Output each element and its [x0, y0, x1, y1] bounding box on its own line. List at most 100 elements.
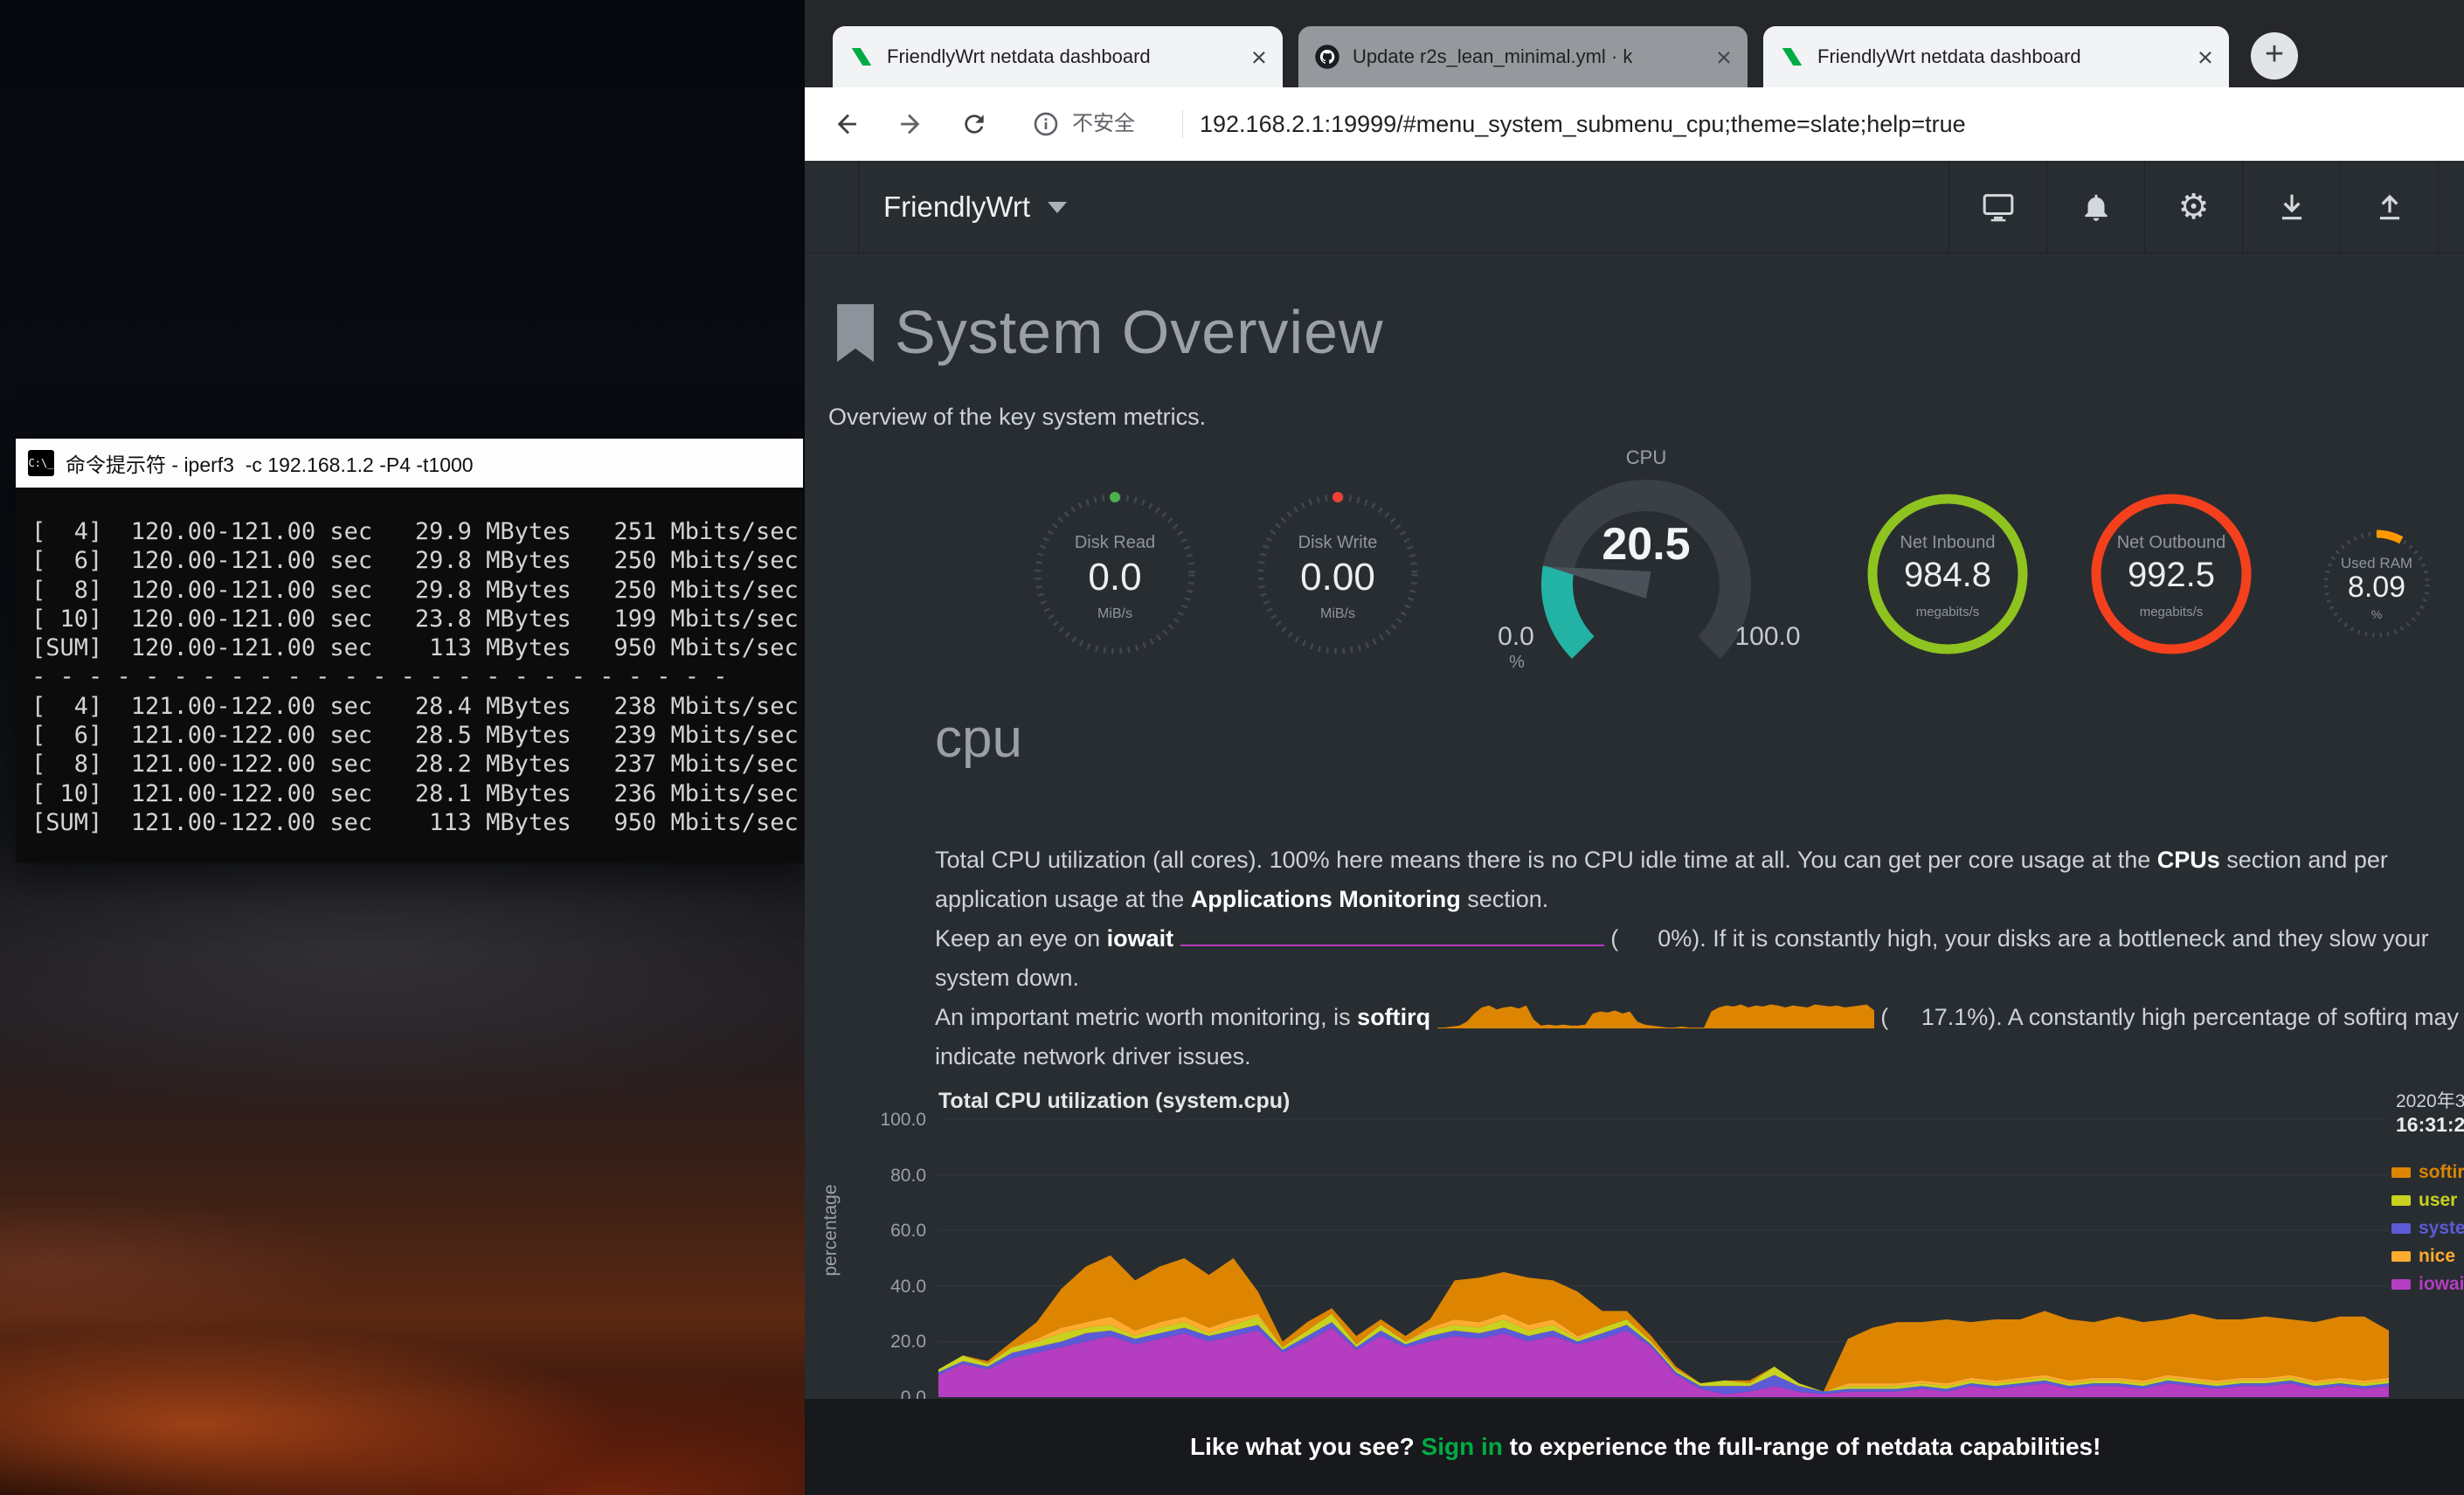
browser-toolbar: 不安全 192.168.2.1:19999/#menu_system_subme… [805, 87, 2464, 161]
legend-label: user [2419, 1190, 2457, 1211]
dashboard-header: FriendlyWrt ⚙ [805, 161, 2464, 253]
gauge-value: 0.00 [1251, 556, 1424, 599]
browser-tab-3[interactable]: FriendlyWrt netdata dashboard × [1763, 26, 2229, 87]
gauge-disk-read[interactable]: Disk Read 0.0 MiB/s [1028, 488, 1201, 661]
legend-item[interactable]: user [2391, 1187, 2464, 1215]
terminal-output: [ 4] 120.00-121.00 sec 29.9 MBytes 251 M… [16, 488, 803, 863]
gauge-net-outbound[interactable]: Net Outbound 992.5 megabits/s [2085, 488, 2258, 661]
gauge-label: Net Outbound [2085, 533, 2258, 553]
gauge-label: Used RAM [2315, 555, 2438, 572]
alarms-button[interactable] [2046, 161, 2144, 253]
gauge-label: Disk Write [1251, 533, 1424, 553]
bookmark-icon [830, 295, 881, 372]
gauge-value: 8.09 [2315, 571, 2438, 605]
back-button[interactable] [827, 103, 869, 145]
gauge-cpu[interactable]: CPU 20.5 0.0 100.0 % [1485, 441, 1807, 677]
ytick-label: 20.0 [890, 1332, 926, 1353]
cmd-icon: C:\_ [28, 450, 54, 476]
url-text[interactable]: 192.168.2.1:19999/#menu_system_submenu_c… [1200, 87, 1966, 161]
gauge-net-inbound[interactable]: Net Inbound 984.8 megabits/s [1861, 488, 2034, 661]
close-icon[interactable]: × [1716, 44, 1732, 71]
signin-bar: Like what you see? Sign in to experience… [805, 1399, 2464, 1495]
legend-label: softirq [2419, 1162, 2464, 1183]
header-edge-cell [2438, 161, 2464, 253]
tab-label: FriendlyWrt netdata dashboard [1817, 45, 2187, 68]
terminal-line: [ 10] 120.00-121.00 sec 23.8 MBytes 199 … [31, 605, 803, 633]
reload-button[interactable] [953, 103, 995, 145]
import-button[interactable] [2242, 161, 2340, 253]
close-icon[interactable]: × [1251, 44, 1267, 71]
page-subtitle: Overview of the key system metrics. [828, 404, 1206, 431]
new-tab-button[interactable]: + [2251, 32, 2298, 80]
gauge-unit: megabits/s [2085, 605, 2258, 619]
legend-swatch [2391, 1279, 2411, 1290]
terminal-line: [ 4] 121.00-122.00 sec 28.4 MBytes 238 M… [31, 692, 803, 721]
text: section and per [2220, 847, 2388, 873]
terminal-titlebar[interactable]: C:\_ 命令提示符 - iperf3 -c 192.168.1.2 -P4 -… [16, 439, 803, 488]
text: to experience the full-range of netdata … [1503, 1433, 2101, 1460]
browser-tab-2[interactable]: Update r2s_lean_minimal.yml · k × [1298, 26, 1748, 87]
chart-legend: softirq user system nice iowait [2391, 1159, 2464, 1298]
text: Keep an eye on [935, 925, 1107, 952]
signin-link[interactable]: Sign in [1422, 1433, 1503, 1460]
browser-window: FriendlyWrt netdata dashboard × Update r… [805, 0, 2464, 1495]
cpu-chart[interactable] [938, 1119, 2389, 1397]
legend-item[interactable]: system [2391, 1215, 2464, 1242]
chart-title: Total CPU utilization (system.cpu) [938, 1089, 1290, 1114]
link-cpus[interactable]: CPUs [2157, 847, 2220, 873]
legend-item[interactable]: nice [2391, 1242, 2464, 1270]
terminal-line: [ 10] 121.00-122.00 sec 28.1 MBytes 236 … [31, 779, 803, 808]
cpu-paragraph-3: Keep an eye on iowait ( 0%). If it is co… [935, 919, 2464, 959]
bell-icon [2080, 190, 2113, 224]
download-icon [2275, 190, 2308, 224]
chart-time: 16:31:2 [2396, 1113, 2464, 1137]
legend-item[interactable]: softirq [2391, 1159, 2464, 1187]
iowait-sparkline[interactable] [1180, 923, 1604, 952]
ytick-label: 80.0 [890, 1166, 926, 1187]
site-info-button[interactable] [1028, 107, 1063, 142]
legend-item[interactable]: iowait [2391, 1270, 2464, 1298]
terminal-line: [ 6] 121.00-122.00 sec 28.5 MBytes 239 M… [31, 721, 803, 750]
gauge-max: 100.0 [1711, 622, 1824, 652]
security-label[interactable]: 不安全 [1072, 87, 1135, 161]
tab-label: Update r2s_lean_minimal.yml · k [1353, 45, 1706, 68]
forward-button[interactable] [889, 103, 931, 145]
text: Total CPU utilization (all cores). 100% … [935, 847, 2157, 873]
chart-ylabel: percentage [820, 1125, 841, 1335]
terminal-line: [SUM] 121.00-122.00 sec 113 MBytes 950 M… [31, 808, 803, 837]
gear-icon: ⚙ [2178, 187, 2210, 227]
export-button[interactable] [2340, 161, 2438, 253]
terminal-line: [SUM] 120.00-121.00 sec 113 MBytes 950 M… [31, 633, 803, 662]
netdata-icon [1779, 44, 1805, 70]
cpu-paragraph-4: system down. [935, 959, 2464, 998]
ytick-label: 100.0 [880, 1110, 926, 1131]
link-applications-monitoring[interactable]: Applications Monitoring [1191, 886, 1461, 912]
gauge-disk-write[interactable]: Disk Write 0.00 MiB/s [1251, 488, 1424, 661]
tab-strip: FriendlyWrt netdata dashboard × Update r… [805, 0, 2464, 87]
print-screen-button[interactable] [1948, 161, 2046, 253]
ytick-label: 60.0 [890, 1221, 926, 1242]
cpu-paragraph-1: Total CPU utilization (all cores). 100% … [935, 841, 2464, 880]
host-selector[interactable]: FriendlyWrt [883, 161, 1067, 253]
legend-label: nice [2419, 1246, 2455, 1267]
softirq-sparkline[interactable] [1437, 1001, 1874, 1031]
gauge-unit: % [2315, 607, 2438, 621]
terminal-line: [ 8] 121.00-122.00 sec 28.2 MBytes 237 M… [31, 750, 803, 779]
text [1173, 925, 1180, 952]
text: An important metric worth monitoring, is [935, 1004, 1357, 1030]
back-icon [833, 109, 862, 139]
close-icon[interactable]: × [2198, 44, 2213, 71]
section-heading-cpu: cpu [935, 708, 1022, 770]
chevron-down-icon [1048, 202, 1067, 213]
text: Like what you see? [1190, 1433, 1422, 1460]
terminal-title: 命令提示符 - iperf3 -c 192.168.1.2 -P4 -t1000 [66, 448, 474, 478]
gauge-used-ram[interactable]: Used RAM 8.09 % [2315, 523, 2438, 646]
gauge-label: Disk Read [1028, 533, 1201, 553]
tab-label: FriendlyWrt netdata dashboard [887, 45, 1241, 68]
settings-button[interactable]: ⚙ [2144, 161, 2242, 253]
gauge-unit: MiB/s [1251, 606, 1424, 622]
gauge-unit: % [1489, 653, 1545, 673]
browser-tab-1[interactable]: FriendlyWrt netdata dashboard × [833, 26, 1283, 87]
cpu-paragraph-6: indicate network driver issues. [935, 1037, 2464, 1076]
info-icon [1032, 110, 1060, 138]
